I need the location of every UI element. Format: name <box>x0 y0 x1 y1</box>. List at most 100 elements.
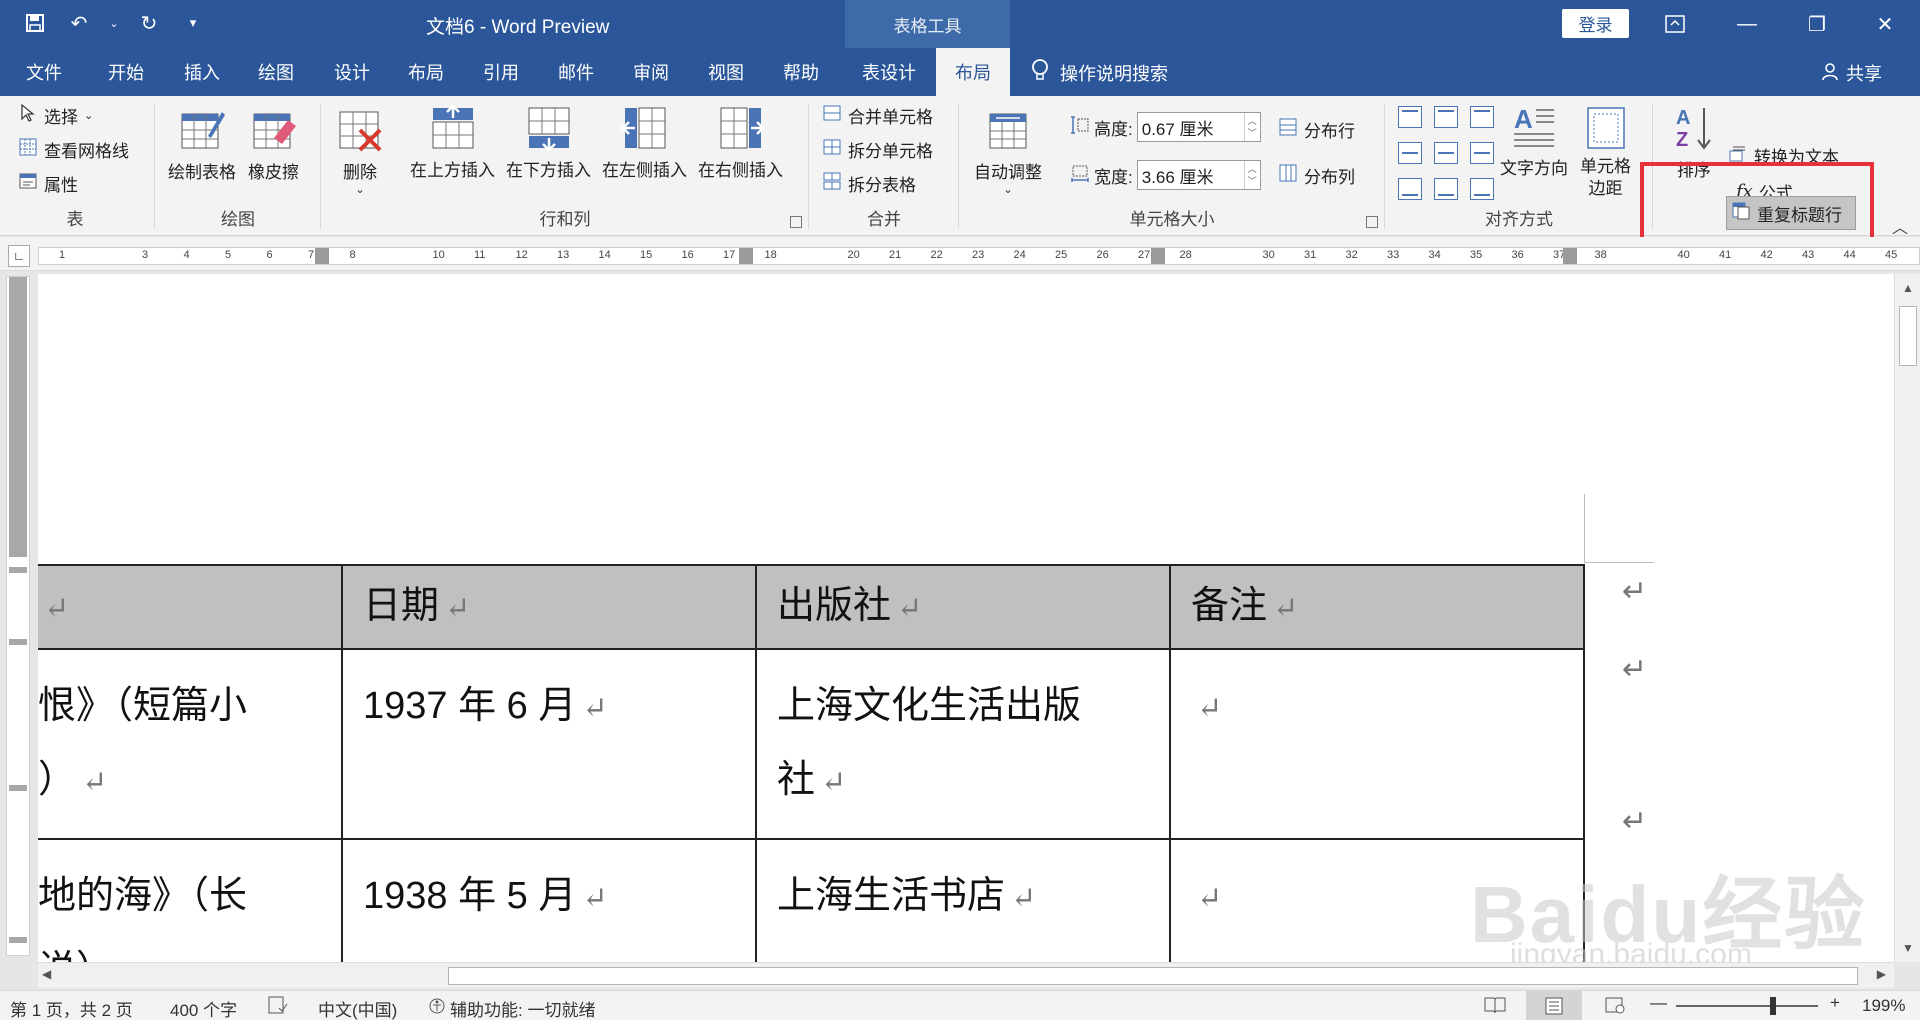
collapse-ribbon-icon[interactable]: ︿ <box>1892 214 1908 238</box>
vertical-ruler[interactable] <box>6 276 30 956</box>
dialog-launcher-icon[interactable] <box>790 216 802 228</box>
table-cell[interactable]: 上海文化生活出版社 ↵ <box>755 648 1171 840</box>
table-cell[interactable]: 地的海》（长说） ↵ <box>38 838 343 962</box>
language[interactable]: 中文(中国) <box>318 996 397 1020</box>
scroll-down-icon[interactable]: ▼ <box>1895 936 1920 960</box>
select-button[interactable]: 选择 ⌄ <box>18 100 93 130</box>
tab-table-layout[interactable]: 布局 <box>936 48 1010 96</box>
table-header-cell[interactable]: 出版社 ↵ <box>755 564 1171 650</box>
eraser-button[interactable]: 橡皮擦 <box>248 106 299 183</box>
table-header-cell[interactable]: 日期 ↵ <box>341 564 757 650</box>
minimize-icon[interactable]: — <box>1712 0 1782 48</box>
insert-above-button[interactable]: 在上方插入 <box>410 104 495 181</box>
align-middle-center-icon[interactable] <box>1434 142 1458 164</box>
page-count[interactable]: 第 1 页，共 2 页 <box>10 996 133 1020</box>
ruler-column-marker[interactable] <box>1151 248 1165 264</box>
horizontal-scroll-thumb[interactable] <box>448 967 1858 985</box>
tab-references[interactable]: 引用 <box>467 48 535 96</box>
table-cell[interactable]: 上海生活书店 ↵ <box>755 838 1171 962</box>
properties-button[interactable]: 属性 <box>18 168 78 198</box>
redo-icon[interactable]: ↻ <box>134 8 164 38</box>
table-cell[interactable]: ↵ <box>1169 838 1585 962</box>
dialog-launcher-icon[interactable] <box>1366 216 1378 228</box>
cell-margins-button[interactable]: 单元格 边距 <box>1580 104 1631 200</box>
vertical-scrollbar[interactable]: ▲ ▼ <box>1894 274 1920 962</box>
view-gridlines-button[interactable]: 查看网格线 <box>18 134 129 164</box>
insert-below-button[interactable]: 在下方插入 <box>506 104 591 181</box>
save-icon[interactable] <box>20 8 50 38</box>
tab-mailings[interactable]: 邮件 <box>542 48 610 96</box>
undo-dropdown-icon[interactable]: ⌄ <box>108 8 120 38</box>
restore-icon[interactable]: ❐ <box>1782 0 1852 48</box>
table-header-cell[interactable]: 备注 ↵ <box>1169 564 1585 650</box>
tab-design[interactable]: 设计 <box>318 48 386 96</box>
insert-left-button[interactable]: 在左侧插入 <box>602 104 687 181</box>
autofit-button[interactable]: 自动调整 ⌄ <box>974 106 1042 196</box>
customize-qat-icon[interactable]: ▾ <box>178 8 208 38</box>
ruler-column-marker[interactable] <box>315 248 329 264</box>
align-bottom-right-icon[interactable] <box>1470 178 1494 200</box>
table-cell[interactable]: 恨》（短篇小 ） ↵ <box>38 648 343 840</box>
ruler-column-marker[interactable] <box>739 248 753 264</box>
height-input[interactable]: 0.67 厘米 ︿ ﹀ <box>1136 112 1261 142</box>
merge-cells-button[interactable]: 合并单元格 <box>822 100 933 130</box>
close-icon[interactable]: ✕ <box>1850 0 1920 48</box>
table-cell[interactable]: 1938 年 5 月 ↵ <box>341 838 757 962</box>
align-middle-right-icon[interactable] <box>1470 142 1494 164</box>
table-header-cell[interactable]: ↵ <box>38 564 343 650</box>
vertical-scroll-thumb[interactable] <box>1899 306 1917 366</box>
ruler-column-marker[interactable] <box>1563 248 1577 264</box>
print-layout-icon[interactable] <box>1526 991 1582 1020</box>
undo-icon[interactable]: ↶ <box>64 8 94 38</box>
read-mode-icon[interactable] <box>1484 996 1506 1019</box>
scroll-up-icon[interactable]: ▲ <box>1895 276 1920 300</box>
scroll-right-icon[interactable]: ▶ <box>1877 967 1886 981</box>
align-middle-left-icon[interactable] <box>1398 142 1422 164</box>
insert-right-button[interactable]: 在右侧插入 <box>698 104 783 181</box>
tab-file[interactable]: 文件 <box>10 48 78 96</box>
web-layout-icon[interactable] <box>1604 996 1626 1019</box>
zoom-level[interactable]: 199% <box>1862 996 1905 1016</box>
accessibility-status[interactable]: 辅助功能: 一切就绪 <box>428 996 595 1020</box>
zoom-slider-track[interactable] <box>1676 1005 1818 1007</box>
ribbon-display-icon[interactable] <box>1640 0 1710 48</box>
table-cell[interactable]: 1937 年 6 月 ↵ <box>341 648 757 840</box>
split-cells-button[interactable]: 拆分单元格 <box>822 134 933 164</box>
word-count[interactable]: 400 个字 <box>170 996 237 1020</box>
distribute-columns-button[interactable]: 分布列 <box>1278 160 1355 190</box>
share-button[interactable]: 共享 <box>1820 60 1882 86</box>
tab-table-design[interactable]: 表设计 <box>848 48 930 96</box>
tab-help[interactable]: 帮助 <box>767 48 835 96</box>
tab-home[interactable]: 开始 <box>92 48 160 96</box>
zoom-in-icon[interactable]: + <box>1830 993 1840 1013</box>
draw-table-button[interactable]: 绘制表格 <box>168 106 236 183</box>
proofing-icon[interactable] <box>268 996 288 1019</box>
align-top-right-icon[interactable] <box>1470 106 1494 128</box>
align-top-center-icon[interactable] <box>1434 106 1458 128</box>
horizontal-scrollbar[interactable]: ◀ ▶ <box>38 962 1894 988</box>
table-cell[interactable]: ↵ <box>1169 648 1585 840</box>
align-bottom-center-icon[interactable] <box>1434 178 1458 200</box>
document-table[interactable]: ↵ 日期 ↵ 出版社 ↵ 备注 ↵ 恨》（短篇小） ↵ 1937 年 6 月 ↵ 上海文化… <box>38 564 1585 962</box>
tab-insert[interactable]: 插入 <box>168 48 236 96</box>
tab-view[interactable]: 视图 <box>692 48 760 96</box>
align-top-left-icon[interactable] <box>1398 106 1422 128</box>
zoom-out-icon[interactable]: — <box>1650 993 1667 1013</box>
delete-button[interactable]: 删除 ⌄ <box>336 106 384 196</box>
tab-layout[interactable]: 布局 <box>392 48 460 96</box>
scroll-left-icon[interactable]: ◀ <box>42 967 51 981</box>
document-page[interactable]: ↵ 日期 ↵ 出版社 ↵ 备注 ↵ 恨》（短篇小） ↵ 1937 年 6 月 ↵ 上海文化… <box>38 274 1894 962</box>
text-direction-button[interactable]: A 文字方向 <box>1500 102 1568 179</box>
tab-selector-icon[interactable]: ∟ <box>8 245 30 267</box>
login-button[interactable]: 登录 <box>1562 9 1629 38</box>
tell-me-search[interactable]: 操作说明搜索 <box>1030 58 1168 87</box>
align-bottom-left-icon[interactable] <box>1398 178 1422 200</box>
split-table-button[interactable]: 拆分表格 <box>822 168 916 198</box>
width-input[interactable]: 3.66 厘米 ︿ ﹀ <box>1136 160 1261 190</box>
distribute-rows-button[interactable]: 分布行 <box>1278 114 1355 144</box>
zoom-slider-knob[interactable] <box>1770 997 1776 1015</box>
tab-review[interactable]: 审阅 <box>617 48 685 96</box>
tab-draw[interactable]: 绘图 <box>242 48 310 96</box>
ruler-strip[interactable]: 1 3 4 5 6 7 8 10 11 12 13 14 15 16 17 18 20 21 22 23 24 25 26 2… <box>38 247 1920 265</box>
width-stepper[interactable]: ︿ ﹀ <box>1243 161 1260 189</box>
